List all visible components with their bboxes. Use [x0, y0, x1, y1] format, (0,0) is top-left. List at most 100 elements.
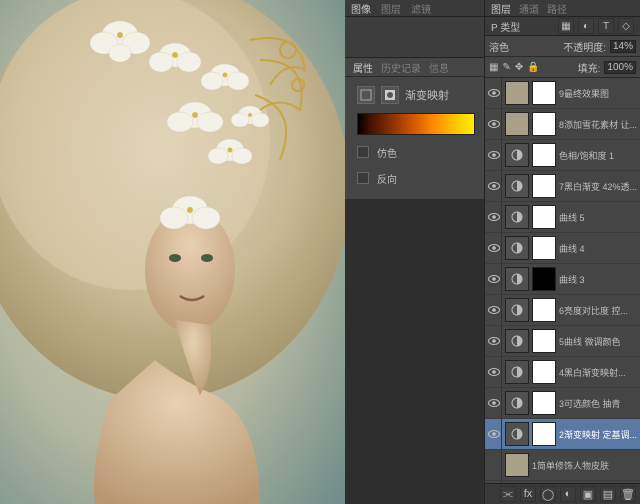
add-mask-icon[interactable]: ◯: [540, 486, 556, 502]
visibility-toggle[interactable]: [487, 357, 502, 387]
layer-row[interactable]: 6亮度对比度 控...: [485, 295, 640, 326]
layer-name: 7黑白渐变 42%透...: [559, 180, 638, 193]
canvas-area[interactable]: [0, 0, 345, 504]
layer-row[interactable]: 4黑白渐变映射...: [485, 357, 640, 388]
tab-history[interactable]: 历史记录: [381, 60, 421, 75]
delete-layer-icon[interactable]: 🗑: [620, 486, 636, 502]
kind-filter-label[interactable]: P 类型: [491, 19, 520, 34]
visibility-toggle[interactable]: [487, 202, 502, 232]
fill-label: 填充:: [578, 60, 601, 75]
lock-position-icon[interactable]: ✥: [515, 62, 523, 73]
layer-row[interactable]: 曲线 5: [485, 202, 640, 233]
filter-pixel-icon[interactable]: ▦: [558, 18, 574, 34]
tab-filter[interactable]: 滤镜: [411, 1, 431, 16]
visibility-toggle[interactable]: [487, 388, 502, 418]
opacity-label: 不透明度:: [563, 39, 606, 54]
layer-row[interactable]: 曲线 3: [485, 264, 640, 295]
visibility-toggle[interactable]: [487, 295, 502, 325]
adjustment-type-icon: [357, 86, 375, 104]
adjustment-thumb[interactable]: [505, 422, 529, 446]
new-layer-icon[interactable]: ▤: [600, 486, 616, 502]
layer-name: 8添加雪花素材 让...: [559, 118, 638, 131]
layer-row[interactable]: 9最终效果图: [485, 78, 640, 109]
mask-thumb[interactable]: [532, 329, 556, 353]
visibility-toggle[interactable]: [487, 233, 502, 263]
mask-thumb[interactable]: [532, 143, 556, 167]
new-group-icon[interactable]: ▣: [580, 486, 596, 502]
opacity-value[interactable]: 14%: [610, 40, 636, 53]
mask-thumb[interactable]: [532, 112, 556, 136]
adjustment-thumb[interactable]: [505, 360, 529, 384]
panels-top-tabs: 图像 图层 滤镜: [345, 0, 485, 17]
blend-mode-select[interactable]: 溶色: [489, 39, 509, 54]
fill-value[interactable]: 100%: [604, 61, 636, 74]
tab-info[interactable]: 信息: [429, 60, 449, 75]
layer-name: 1简单修饰人物皮肤: [532, 459, 638, 472]
lock-all-icon[interactable]: 🔒: [527, 62, 539, 73]
mask-thumb[interactable]: [532, 298, 556, 322]
layer-name: 曲线 5: [559, 211, 638, 224]
tab-layer[interactable]: 图层: [381, 1, 401, 16]
adjustment-thumb[interactable]: [505, 391, 529, 415]
mask-thumb[interactable]: [532, 81, 556, 105]
layer-fx-icon[interactable]: fx: [520, 486, 536, 502]
visibility-toggle[interactable]: [487, 326, 502, 356]
layer-name: 2渐变映射 定基调...: [559, 428, 638, 441]
mask-thumb[interactable]: [532, 174, 556, 198]
mask-thumb[interactable]: [532, 360, 556, 384]
layer-name: 5曲线 微调颜色: [559, 335, 638, 348]
layer-row[interactable]: 1简单修饰人物皮肤: [485, 450, 640, 481]
layer-row[interactable]: 曲线 4: [485, 233, 640, 264]
layers-panel: 图层 通道 路径 P 类型 ▦ ◐ T ◇ 溶色 不透明度: 14%: [484, 0, 640, 504]
mask-thumb[interactable]: [532, 205, 556, 229]
filter-adj-icon[interactable]: ◐: [578, 18, 594, 34]
layer-thumb[interactable]: [505, 453, 529, 477]
properties-panel: 属性 历史记录 信息 渐变映射: [345, 58, 485, 199]
layer-name: 6亮度对比度 控...: [559, 304, 638, 317]
document-image: [0, 0, 345, 504]
link-layers-icon[interactable]: ⫘: [500, 486, 516, 502]
layers-list[interactable]: 9最终效果图 8添加雪花素材 让... 色相/饱和度 1 7黑白渐变 42%透... 曲…: [485, 78, 640, 483]
visibility-toggle[interactable]: [487, 264, 502, 294]
mask-thumb[interactable]: [532, 422, 556, 446]
properties-title: 渐变映射: [405, 87, 449, 103]
visibility-toggle[interactable]: [487, 450, 502, 480]
filter-type-icon[interactable]: T: [598, 18, 614, 34]
layer-row[interactable]: 色相/饱和度 1: [485, 140, 640, 171]
tab-properties[interactable]: 属性: [353, 60, 373, 75]
layer-row[interactable]: 7黑白渐变 42%透...: [485, 171, 640, 202]
visibility-toggle[interactable]: [487, 140, 502, 170]
filter-shape-icon[interactable]: ◇: [618, 18, 634, 34]
mask-thumb[interactable]: [532, 236, 556, 260]
mask-thumb[interactable]: [532, 391, 556, 415]
adjustment-thumb[interactable]: [505, 329, 529, 353]
lock-transparent-icon[interactable]: ▦: [489, 62, 498, 73]
layer-row[interactable]: 5曲线 微调颜色: [485, 326, 640, 357]
lock-paint-icon[interactable]: ✎: [502, 62, 510, 73]
mask-thumb[interactable]: [532, 267, 556, 291]
layer-row[interactable]: 3可选颜色 抽青: [485, 388, 640, 419]
tab-channels[interactable]: 通道: [519, 1, 539, 16]
layer-thumb[interactable]: [505, 112, 529, 136]
adjustment-thumb[interactable]: [505, 298, 529, 322]
visibility-toggle[interactable]: [487, 109, 502, 139]
tab-layers[interactable]: 图层: [491, 1, 511, 16]
layer-thumb[interactable]: [505, 81, 529, 105]
adjustment-thumb[interactable]: [505, 143, 529, 167]
adjustment-thumb[interactable]: [505, 236, 529, 260]
layer-name: 4黑白渐变映射...: [559, 366, 638, 379]
tab-image[interactable]: 图像: [351, 1, 371, 16]
new-adjustment-icon[interactable]: ◐: [560, 486, 576, 502]
gradient-preview[interactable]: [357, 113, 475, 135]
adjustment-thumb[interactable]: [505, 205, 529, 229]
dither-checkbox[interactable]: [357, 146, 369, 158]
visibility-toggle[interactable]: [487, 419, 502, 449]
visibility-toggle[interactable]: [487, 78, 502, 108]
visibility-toggle[interactable]: [487, 171, 502, 201]
tab-paths[interactable]: 路径: [547, 1, 567, 16]
layer-row[interactable]: 8添加雪花素材 让...: [485, 109, 640, 140]
layer-row[interactable]: 2渐变映射 定基调...: [485, 419, 640, 450]
reverse-checkbox[interactable]: [357, 172, 369, 184]
adjustment-thumb[interactable]: [505, 174, 529, 198]
adjustment-thumb[interactable]: [505, 267, 529, 291]
